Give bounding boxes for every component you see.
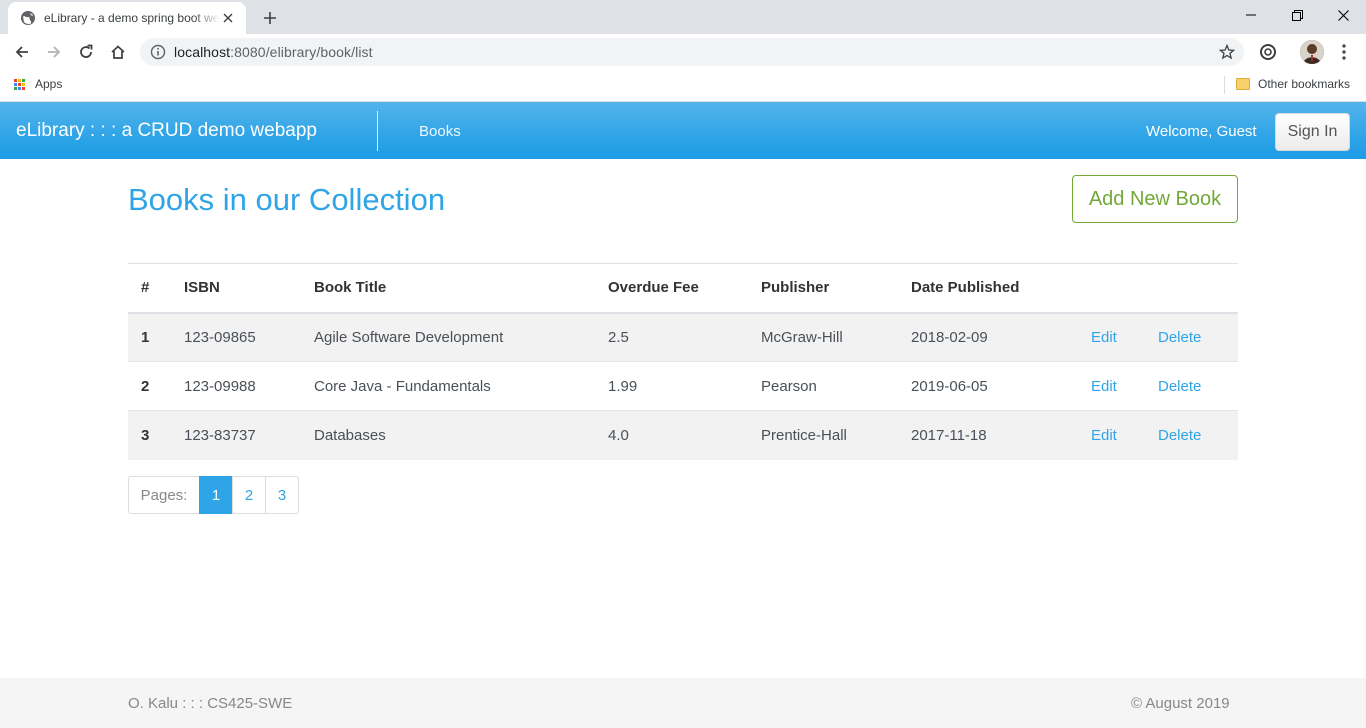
column-header-number: # (128, 263, 171, 314)
edit-link[interactable]: Edit (1091, 427, 1117, 444)
overdue-fee-cell: 1.99 (595, 361, 748, 411)
isbn-cell: 123-09865 (171, 312, 301, 362)
tab-title: eLibrary - a demo spring boot webapp (44, 11, 220, 25)
table-row: 2 123-09988 Core Java - Fundamentals 1.9… (128, 361, 1238, 411)
info-icon[interactable] (150, 44, 166, 60)
delete-cell: Delete (1145, 361, 1238, 411)
browser-tab[interactable]: eLibrary - a demo spring boot webapp (8, 2, 246, 34)
edit-link[interactable]: Edit (1091, 378, 1117, 395)
app-navbar: eLibrary : : : a CRUD demo webapp Books … (0, 102, 1366, 159)
new-tab-button[interactable] (258, 6, 282, 30)
delete-cell: Delete (1145, 312, 1238, 362)
brand-link[interactable]: eLibrary : : : a CRUD demo webapp (16, 120, 317, 142)
apps-grid-icon (14, 78, 25, 90)
welcome-text: Welcome, Guest (1146, 123, 1257, 140)
overdue-fee-cell: 2.5 (595, 312, 748, 362)
add-new-book-button[interactable]: Add New Book (1072, 175, 1238, 223)
delete-link[interactable]: Delete (1158, 329, 1201, 346)
delete-link[interactable]: Delete (1158, 427, 1201, 444)
nav-link-books[interactable]: Books (419, 123, 461, 140)
address-bar[interactable]: localhost:8080/elibrary/book/list (140, 38, 1244, 66)
isbn-cell: 123-09988 (171, 361, 301, 411)
back-arrow-icon[interactable] (8, 38, 36, 66)
bookmark-other[interactable]: Other bookmarks (1236, 77, 1350, 91)
column-header-publisher: Publisher (748, 263, 898, 314)
row-number: 3 (128, 410, 171, 460)
close-tab-icon[interactable] (220, 10, 236, 26)
publisher-cell: Prentice-Hall (748, 410, 898, 460)
edit-cell: Edit (1078, 312, 1145, 362)
footer-author: O. Kalu : : : CS425-SWE (128, 695, 293, 712)
footer-copyright: © August 2019 (1131, 695, 1230, 712)
overdue-fee-cell: 4.0 (595, 410, 748, 460)
column-header-isbn: ISBN (171, 263, 301, 314)
sign-in-button[interactable]: Sign In (1275, 113, 1350, 151)
delete-link[interactable]: Delete (1158, 378, 1201, 395)
bookmark-star-icon[interactable] (1218, 43, 1236, 61)
page-title: Books in our Collection (128, 182, 446, 217)
publisher-cell: Pearson (748, 361, 898, 411)
apps-label: Apps (35, 77, 63, 91)
tab-strip: eLibrary - a demo spring boot webapp (0, 0, 1366, 34)
isbn-cell: 123-83737 (171, 410, 301, 460)
profile-avatar[interactable] (1300, 40, 1324, 64)
pagination: Pages: 1 2 3 (128, 476, 299, 514)
close-window-button[interactable] (1320, 0, 1366, 30)
more-menu-icon[interactable] (1332, 40, 1356, 64)
browser-toolbar: localhost:8080/elibrary/book/list (0, 34, 1366, 70)
row-number: 1 (128, 312, 171, 362)
column-header-overdue-fee: Overdue Fee (595, 263, 748, 314)
table-header-row: # ISBN Book Title Overdue Fee Publisher … (128, 263, 1238, 314)
restore-window-button[interactable] (1274, 0, 1320, 30)
table-row: 3 123-83737 Databases 4.0 Prentice-Hall … (128, 410, 1238, 460)
minimize-window-button[interactable] (1228, 0, 1274, 30)
column-header-title: Book Title (301, 263, 595, 314)
date-published-cell: 2018-02-09 (898, 312, 1078, 362)
date-published-cell: 2019-06-05 (898, 361, 1078, 411)
date-published-cell: 2017-11-18 (898, 410, 1078, 460)
home-icon[interactable] (104, 38, 132, 66)
folder-icon (1236, 78, 1250, 90)
bookmarks-separator (1224, 76, 1225, 94)
bookmark-apps[interactable]: Apps (14, 77, 62, 91)
url-text: localhost:8080/elibrary/book/list (174, 44, 373, 60)
column-header-edit (1078, 263, 1145, 314)
column-header-date-published: Date Published (898, 263, 1078, 314)
column-header-delete (1145, 263, 1238, 314)
bookmarks-bar: Apps Other bookmarks (0, 70, 1366, 102)
edit-link[interactable]: Edit (1091, 329, 1117, 346)
globe-icon (20, 10, 36, 26)
sync-icon[interactable] (1256, 40, 1280, 64)
page-link-1[interactable]: 1 (199, 476, 233, 514)
other-bookmarks-label: Other bookmarks (1258, 77, 1351, 91)
navbar-divider (377, 111, 378, 151)
title-cell: Core Java - Fundamentals (301, 361, 595, 411)
page-link-3[interactable]: 3 (265, 476, 299, 514)
reload-icon[interactable] (72, 38, 100, 66)
row-number: 2 (128, 361, 171, 411)
table-row: 1 123-09865 Agile Software Development 2… (128, 312, 1238, 362)
delete-cell: Delete (1145, 410, 1238, 460)
title-cell: Databases (301, 410, 595, 460)
publisher-cell: McGraw-Hill (748, 312, 898, 362)
page-link-2[interactable]: 2 (232, 476, 266, 514)
title-cell: Agile Software Development (301, 312, 595, 362)
edit-cell: Edit (1078, 361, 1145, 411)
url-path: :8080/elibrary/book/list (230, 44, 373, 60)
pages-label: Pages: (128, 476, 200, 514)
edit-cell: Edit (1078, 410, 1145, 460)
url-host: localhost (174, 44, 231, 60)
page-footer: O. Kalu : : : CS425-SWE © August 2019 (0, 678, 1366, 728)
books-table: # ISBN Book Title Overdue Fee Publisher … (128, 263, 1238, 460)
forward-arrow-icon[interactable] (40, 38, 68, 66)
